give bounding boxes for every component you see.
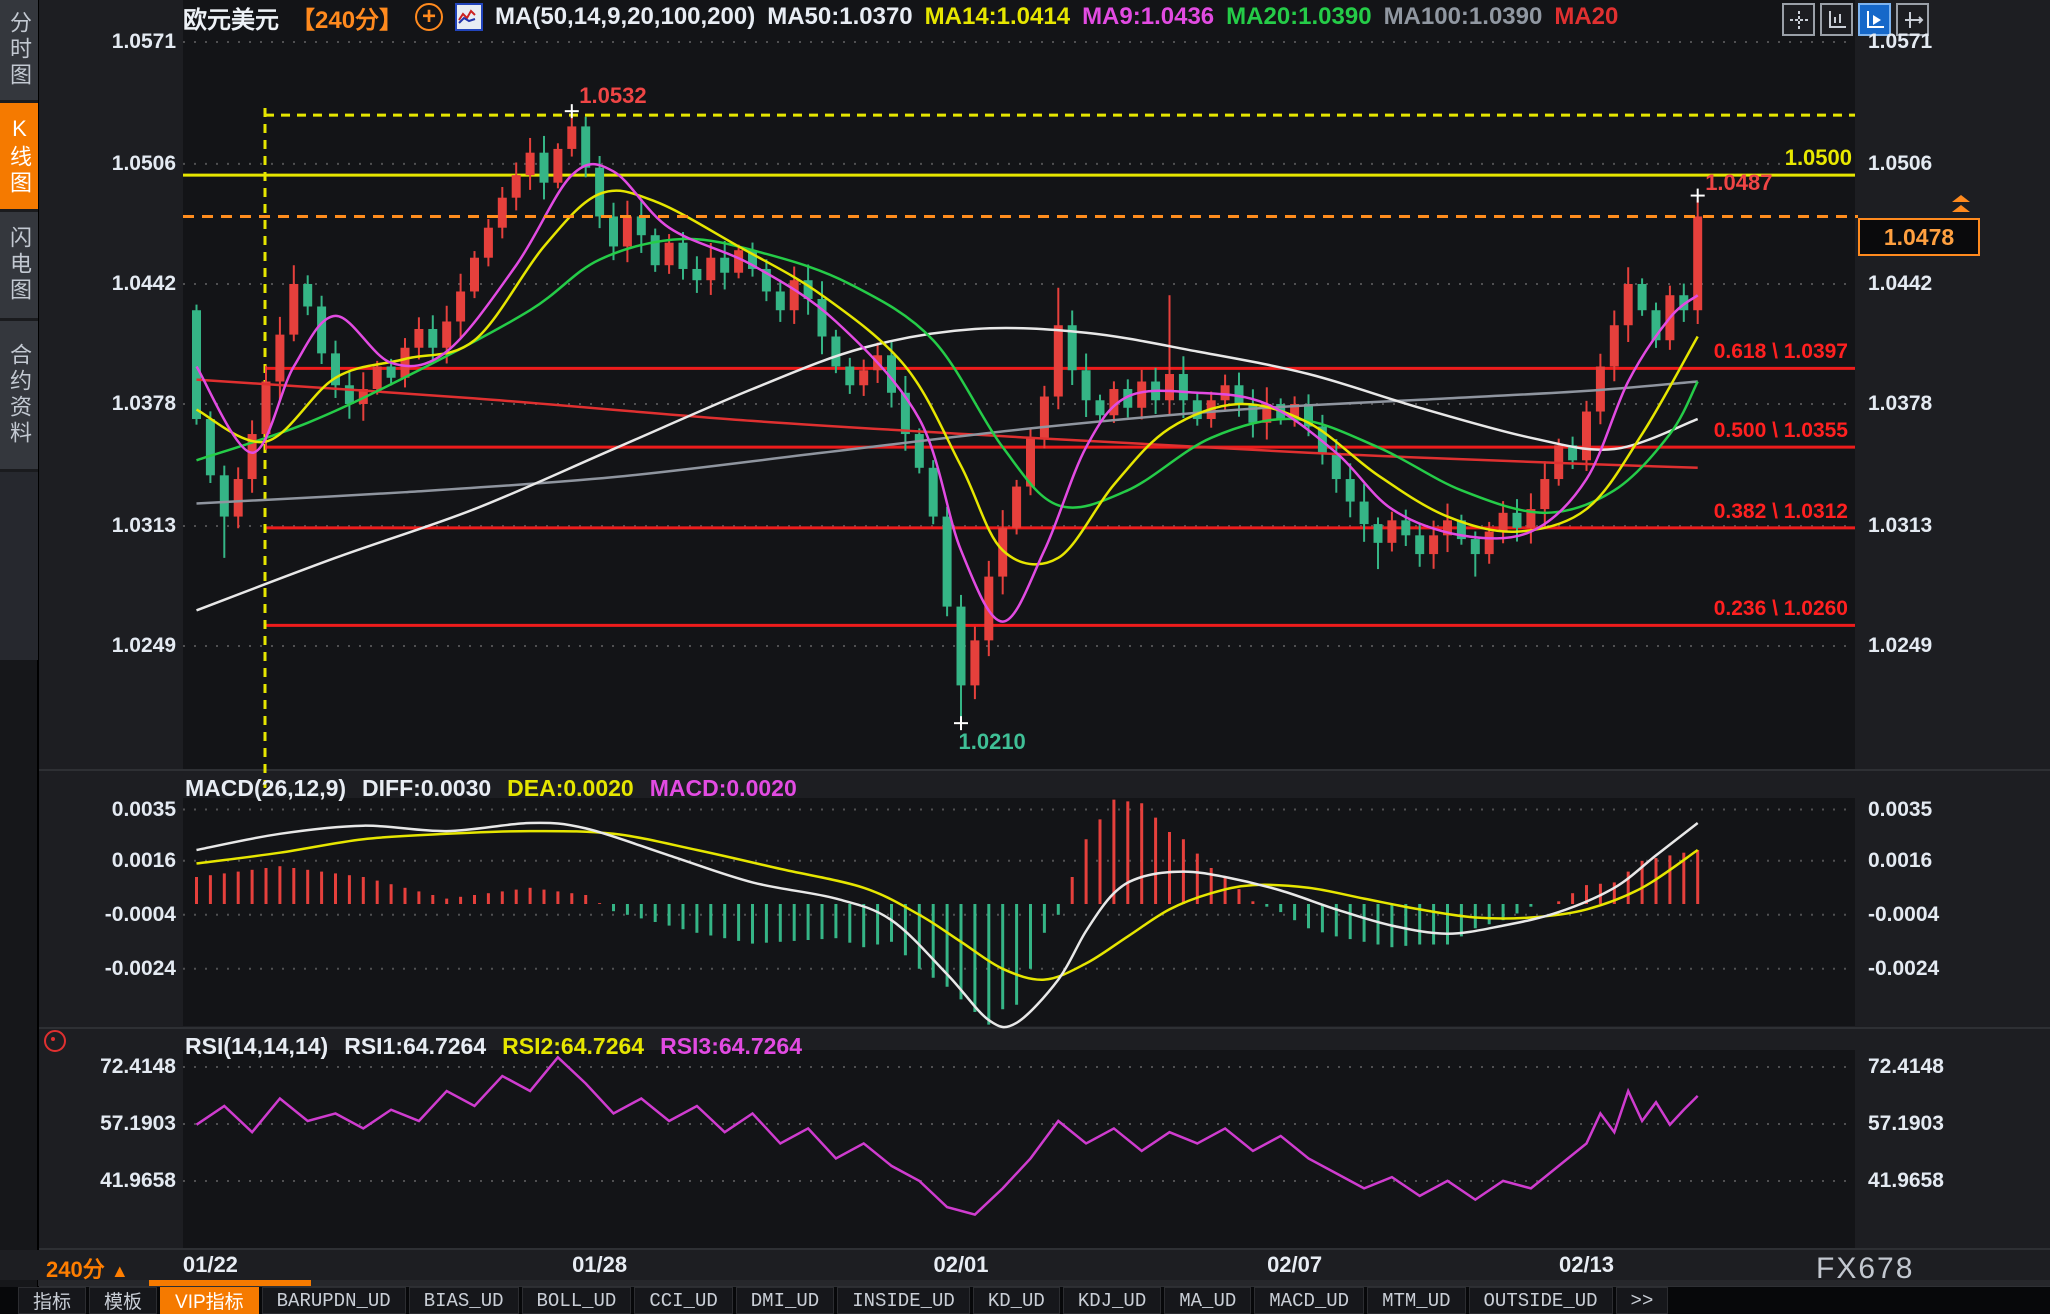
ma-params-label: MA(50,14,9,20,100,200) [495, 3, 755, 31]
macd-header: MACD(26,12,9) DIFF:0.0030 DEA:0.0020 MAC… [185, 774, 797, 802]
rsi-axis-label-left: 72.4148 [46, 1055, 176, 1079]
timeframe-arrow-icon: ▲ [111, 1261, 129, 1281]
macd-axis-label-right: -0.0004 [1868, 903, 1939, 927]
sidebar: 分时图 K线图 闪电图 合约资料 [0, 0, 38, 660]
ma50-value: MA50:1.0370 [767, 3, 912, 31]
macd-axis-label-left: -0.0004 [46, 903, 176, 927]
tab-more-button[interactable]: >> [1616, 1287, 1669, 1314]
macd-axis-label-right: 0.0016 [1868, 849, 1932, 873]
tab-boll_ud[interactable]: BOLL_UD [522, 1287, 632, 1314]
price-axis-label-right: 1.0442 [1868, 272, 1932, 296]
macd-dea-value: DEA:0.0020 [507, 775, 634, 802]
rsi3-value: RSI3:64.7264 [660, 1033, 802, 1060]
resistance-label: 1.0500 [1785, 145, 1852, 171]
tab-inside_ud[interactable]: INSIDE_UD [837, 1287, 970, 1314]
rsi-axis-label-right: 72.4148 [1868, 1055, 1944, 1079]
swing-high-label: 1.0532 [579, 83, 646, 109]
sidebar-item-flash-chart[interactable]: 闪电图 [0, 212, 38, 321]
macd-axis-label-right: -0.0024 [1868, 957, 1939, 981]
swing-low-label: 1.0210 [959, 729, 1026, 755]
chart-canvas[interactable] [0, 0, 2050, 1314]
ma200-value: MA20 [1554, 3, 1618, 31]
macd-axis-label-right: 0.0035 [1868, 798, 1932, 822]
price-axis-label-left: 1.0313 [46, 514, 176, 538]
trading-app: 分时图 K线图 闪电图 合约资料 欧元美元 【240分】 + MA(50,14,… [0, 0, 2050, 1314]
chart-legend: 欧元美元 【240分】 + MA(50,14,9,20,100,200) MA5… [183, 2, 1618, 32]
symbol-name: 欧元美元 [183, 0, 279, 35]
rsi-axis-label-right: 57.1903 [1868, 1112, 1944, 1136]
rsi-axis-label-left: 57.1903 [46, 1112, 176, 1136]
sidebar-item-candle-chart[interactable]: K线图 [0, 103, 38, 212]
ma100-value: MA100:1.0390 [1384, 3, 1543, 31]
axis-scale-icon[interactable] [1820, 3, 1853, 36]
price-axis-label-left: 1.0442 [46, 272, 176, 296]
tab-模板[interactable]: 模板 [89, 1287, 157, 1314]
tab-mtm_ud[interactable]: MTM_UD [1367, 1287, 1465, 1314]
h-scrollbar-thumb[interactable] [149, 1280, 311, 1286]
ma20-value: MA20:1.0390 [1226, 3, 1371, 31]
price-axis-label-right: 1.0249 [1868, 634, 1932, 658]
tab-dmi_ud[interactable]: DMI_UD [736, 1287, 834, 1314]
date-axis-row: 240分 ▲ 01/2201/2802/0102/0702/13 [0, 1250, 2050, 1280]
rsi-header: RSI(14,14,14) RSI1:64.7264 RSI2:64.7264 … [185, 1032, 802, 1060]
tab-kdj_ud[interactable]: KDJ_UD [1063, 1287, 1161, 1314]
price-axis-label-right: 1.0506 [1868, 152, 1932, 176]
recent-high-label: 1.0487 [1705, 170, 1772, 196]
panel-backgrounds [0, 0, 2050, 1314]
macd-axis-label-left: -0.0024 [46, 957, 176, 981]
date-label: 02/01 [933, 1252, 988, 1278]
timeframe-label: 【240分】 [291, 0, 403, 35]
tab-kd_ud[interactable]: KD_UD [973, 1287, 1060, 1314]
macd-diff-value: DIFF:0.0030 [362, 775, 491, 802]
last-price-box: 1.0478 [1858, 218, 1980, 256]
macd-axis-label-left: 0.0035 [46, 798, 176, 822]
price-axis-label-right: 1.0313 [1868, 514, 1932, 538]
macd-title: MACD(26,12,9) [185, 775, 346, 802]
tab-barupdn_ud[interactable]: BARUPDN_UD [262, 1287, 406, 1314]
tab-cci_ud[interactable]: CCI_UD [634, 1287, 732, 1314]
chart-style-icon[interactable] [455, 3, 483, 31]
fib-382-label: 0.382 \ 1.0312 [1588, 500, 1848, 524]
date-label: 01/22 [183, 1252, 238, 1278]
tab-ma_ud[interactable]: MA_UD [1164, 1287, 1251, 1314]
price-axis-label-right: 1.0378 [1868, 392, 1932, 416]
fib-500-label: 0.500 \ 1.0355 [1588, 419, 1848, 443]
crosshair-tool-icon[interactable] [1782, 3, 1815, 36]
date-label: 02/13 [1559, 1252, 1614, 1278]
indicator-target-icon[interactable] [44, 1030, 66, 1052]
h-scrollbar-track[interactable] [38, 1280, 2050, 1286]
price-axis-label-left: 1.0506 [46, 152, 176, 176]
chart-svg[interactable] [0, 0, 2050, 1314]
fib-236-label: 0.236 \ 1.0260 [1588, 597, 1848, 621]
watermark: FX678 [1816, 1252, 1914, 1286]
price-axis-label-left: 1.0249 [46, 634, 176, 658]
macd-axis-label-left: 0.0016 [46, 849, 176, 873]
tab-outside_ud[interactable]: OUTSIDE_UD [1469, 1287, 1613, 1314]
sidebar-item-time-chart[interactable]: 分时图 [0, 0, 38, 103]
ma14-value: MA14:1.0414 [925, 3, 1070, 31]
price-axis-label-left: 1.0571 [46, 30, 176, 54]
fib-618-label: 0.618 \ 1.0397 [1588, 340, 1848, 364]
rsi-axis-label-right: 41.9658 [1868, 1169, 1944, 1193]
tab-vip指标[interactable]: VIP指标 [160, 1287, 259, 1314]
add-overlay-icon[interactable]: + [415, 3, 443, 31]
date-label: 02/07 [1267, 1252, 1322, 1278]
price-axis-label-left: 1.0378 [46, 392, 176, 416]
rsi1-value: RSI1:64.7264 [344, 1033, 486, 1060]
indicator-tab-bar: 指标模板VIP指标BARUPDN_UDBIAS_UDBOLL_UDCCI_UDD… [0, 1287, 2050, 1314]
rsi-axis-label-left: 41.9658 [46, 1169, 176, 1193]
date-label: 01/28 [572, 1252, 627, 1278]
tab-macd_ud[interactable]: MACD_UD [1254, 1287, 1364, 1314]
price-alert-arrows-icon[interactable] [1950, 194, 1972, 221]
rsi2-value: RSI2:64.7264 [502, 1033, 644, 1060]
ma9-value: MA9:1.0436 [1082, 3, 1214, 31]
rsi-title: RSI(14,14,14) [185, 1033, 328, 1060]
macd-hist-value: MACD:0.0020 [650, 775, 797, 802]
sidebar-item-contract-info[interactable]: 合约资料 [0, 321, 38, 472]
tab-指标[interactable]: 指标 [18, 1287, 86, 1314]
tab-bias_ud[interactable]: BIAS_UD [409, 1287, 519, 1314]
price-axis-label-right: 1.0571 [1868, 30, 1932, 54]
